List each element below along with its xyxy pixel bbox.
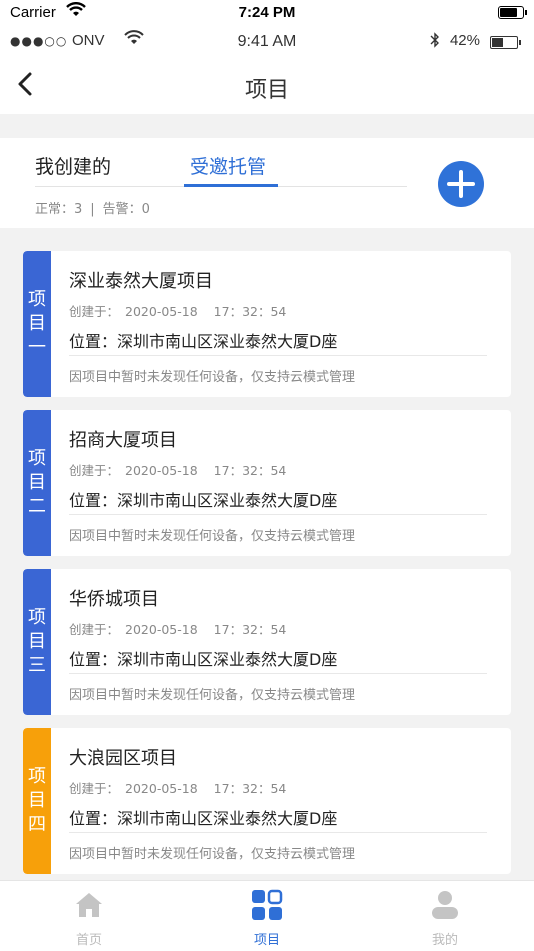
project-badge: 项目一 [23, 251, 51, 397]
tab-me-label: 我的 [431, 933, 458, 948]
tab-mine[interactable]: 我创建的 [35, 152, 111, 179]
project-badge-label: 项目二 [28, 448, 46, 517]
created-label: 创建于： [69, 304, 120, 319]
created-date: 2020-05-18 [125, 622, 198, 637]
battery-icon [490, 36, 521, 49]
project-note: 因项目中暂时未发现任何设备，仅支持云模式管理 [69, 847, 356, 862]
battery-percent: 42% [449, 32, 480, 49]
plus-icon [447, 170, 475, 198]
created-time: 17：32：54 [213, 463, 287, 478]
project-badge-label: 项目三 [28, 607, 46, 676]
project-card[interactable]: 项目一 深业泰然大厦项目 创建于： 2020-05-18 17：32：54 位置：深… [23, 251, 511, 397]
bottom-tab-bar: 首页 项目 我的 [0, 880, 534, 951]
status-counts: 正常：3 | 告警：0 [35, 198, 150, 217]
project-name: 大浪园区项目 [69, 748, 177, 769]
status-bar: ●●●○○ ONV 9:41 AM 42% [0, 26, 534, 58]
card-divider [69, 514, 487, 515]
created-time: 17：32：54 [213, 304, 287, 319]
created-time: 17：32：54 [213, 622, 287, 637]
normal-count: 正常：3 [35, 202, 83, 217]
project-name: 华侨城项目 [69, 589, 159, 610]
page-title: 项目 [244, 78, 289, 103]
grid-icon [252, 889, 283, 920]
alarm-count: 告警：0 [102, 202, 150, 217]
project-created: 创建于： 2020-05-18 17：32：54 [69, 778, 286, 797]
system-time: 7:24 PM [238, 4, 296, 21]
tab-home-label: 首页 [75, 933, 102, 948]
created-date: 2020-05-18 [125, 781, 198, 796]
home-icon [76, 893, 102, 917]
tab-managed[interactable]: 受邀托管 [190, 152, 266, 179]
card-divider [69, 355, 487, 356]
tab-project-label: 项目 [253, 933, 280, 948]
project-badge: 项目三 [23, 569, 51, 715]
created-label: 创建于： [69, 622, 120, 637]
count-separator: | [90, 202, 95, 217]
created-time: 17：32：54 [213, 781, 287, 796]
project-note: 因项目中暂时未发现任何设备，仅支持云模式管理 [69, 370, 356, 385]
tab-project[interactable]: 项目 [178, 881, 356, 951]
project-created: 创建于： 2020-05-18 17：32：54 [69, 619, 286, 638]
active-tab-indicator [184, 184, 278, 187]
card-divider [69, 832, 487, 833]
project-note: 因项目中暂时未发现任何设备，仅支持云模式管理 [69, 529, 356, 544]
created-label: 创建于： [69, 463, 120, 478]
battery-icon [498, 6, 527, 19]
project-created: 创建于： 2020-05-18 17：32：54 [69, 460, 286, 479]
project-card[interactable]: 项目三 华侨城项目 创建于： 2020-05-18 17：32：54 位置：深圳市南… [23, 569, 511, 715]
project-location: 位置：深圳市南山区深业泰然大厦D座 [69, 332, 338, 351]
created-label: 创建于： [69, 781, 120, 796]
tab-home[interactable]: 首页 [0, 881, 178, 951]
project-name: 深业泰然大厦项目 [69, 271, 213, 292]
created-date: 2020-05-18 [125, 463, 198, 478]
user-icon [432, 891, 458, 919]
project-badge-label: 项目一 [28, 289, 46, 358]
project-badge: 项目二 [23, 410, 51, 556]
bluetooth-icon [430, 32, 440, 52]
add-project-button[interactable] [438, 161, 484, 207]
project-location: 位置：深圳市南山区深业泰然大厦D座 [69, 491, 338, 510]
project-location: 位置：深圳市南山区深业泰然大厦D座 [69, 650, 338, 669]
project-note: 因项目中暂时未发现任何设备，仅支持云模式管理 [69, 688, 356, 703]
project-tabs-section: 我创建的 受邀托管 正常：3 | 告警：0 [0, 138, 534, 228]
system-status-bar: Carrier 7:24 PM [0, 0, 534, 26]
project-card[interactable]: 项目四 大浪园区项目 创建于： 2020-05-18 17：32：54 位置：深圳市… [23, 728, 511, 874]
project-location: 位置：深圳市南山区深业泰然大厦D座 [69, 809, 338, 828]
navigation-bar: 项目 [0, 58, 534, 114]
project-card[interactable]: 项目二 招商大厦项目 创建于： 2020-05-18 17：32：54 位置：深圳市… [23, 410, 511, 556]
project-name: 招商大厦项目 [69, 430, 177, 451]
project-created: 创建于： 2020-05-18 17：32：54 [69, 301, 286, 320]
project-badge-label: 项目四 [28, 766, 46, 835]
project-badge: 项目四 [23, 728, 51, 874]
card-divider [69, 673, 487, 674]
created-date: 2020-05-18 [125, 304, 198, 319]
tab-me[interactable]: 我的 [356, 881, 534, 951]
